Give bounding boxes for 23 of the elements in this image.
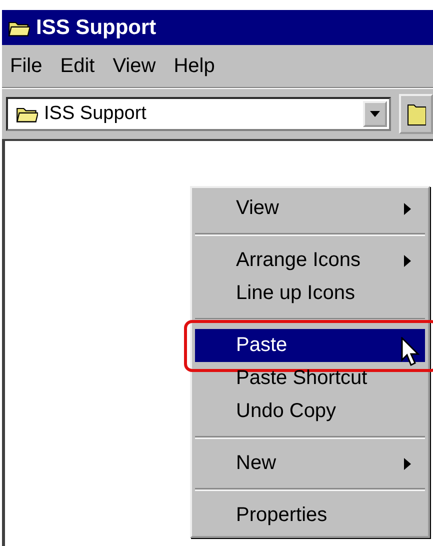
menu-item[interactable]: New [195, 447, 425, 480]
address-dropdown[interactable]: ISS Support [6, 97, 392, 131]
window-title: ISS Support [36, 16, 156, 40]
menu-item[interactable]: View [195, 192, 425, 225]
menu-item[interactable]: Arrange Icons [195, 244, 425, 277]
menu-item[interactable]: File [10, 54, 42, 78]
caret-icon [370, 111, 380, 117]
submenu-arrow-icon [404, 458, 411, 470]
menu-item[interactable]: Edit [60, 54, 95, 78]
address-value: ISS Support [44, 103, 148, 125]
menu-item[interactable]: View [112, 54, 156, 78]
folder-icon [16, 105, 38, 123]
menu-item[interactable]: Properties [195, 499, 425, 532]
up-folder-button[interactable] [399, 94, 433, 134]
menu-item[interactable]: Help [174, 54, 215, 78]
menu-item[interactable]: Paste [195, 329, 425, 362]
cursor-icon [401, 337, 421, 367]
dropdown-button[interactable] [363, 101, 388, 127]
menu-item[interactable]: Undo Copy [195, 395, 425, 428]
submenu-arrow-icon [404, 254, 411, 266]
menu-item[interactable]: Paste Shortcut [195, 362, 425, 395]
menu-item[interactable]: Line up Icons [195, 277, 425, 310]
submenu-arrow-icon [404, 202, 411, 214]
